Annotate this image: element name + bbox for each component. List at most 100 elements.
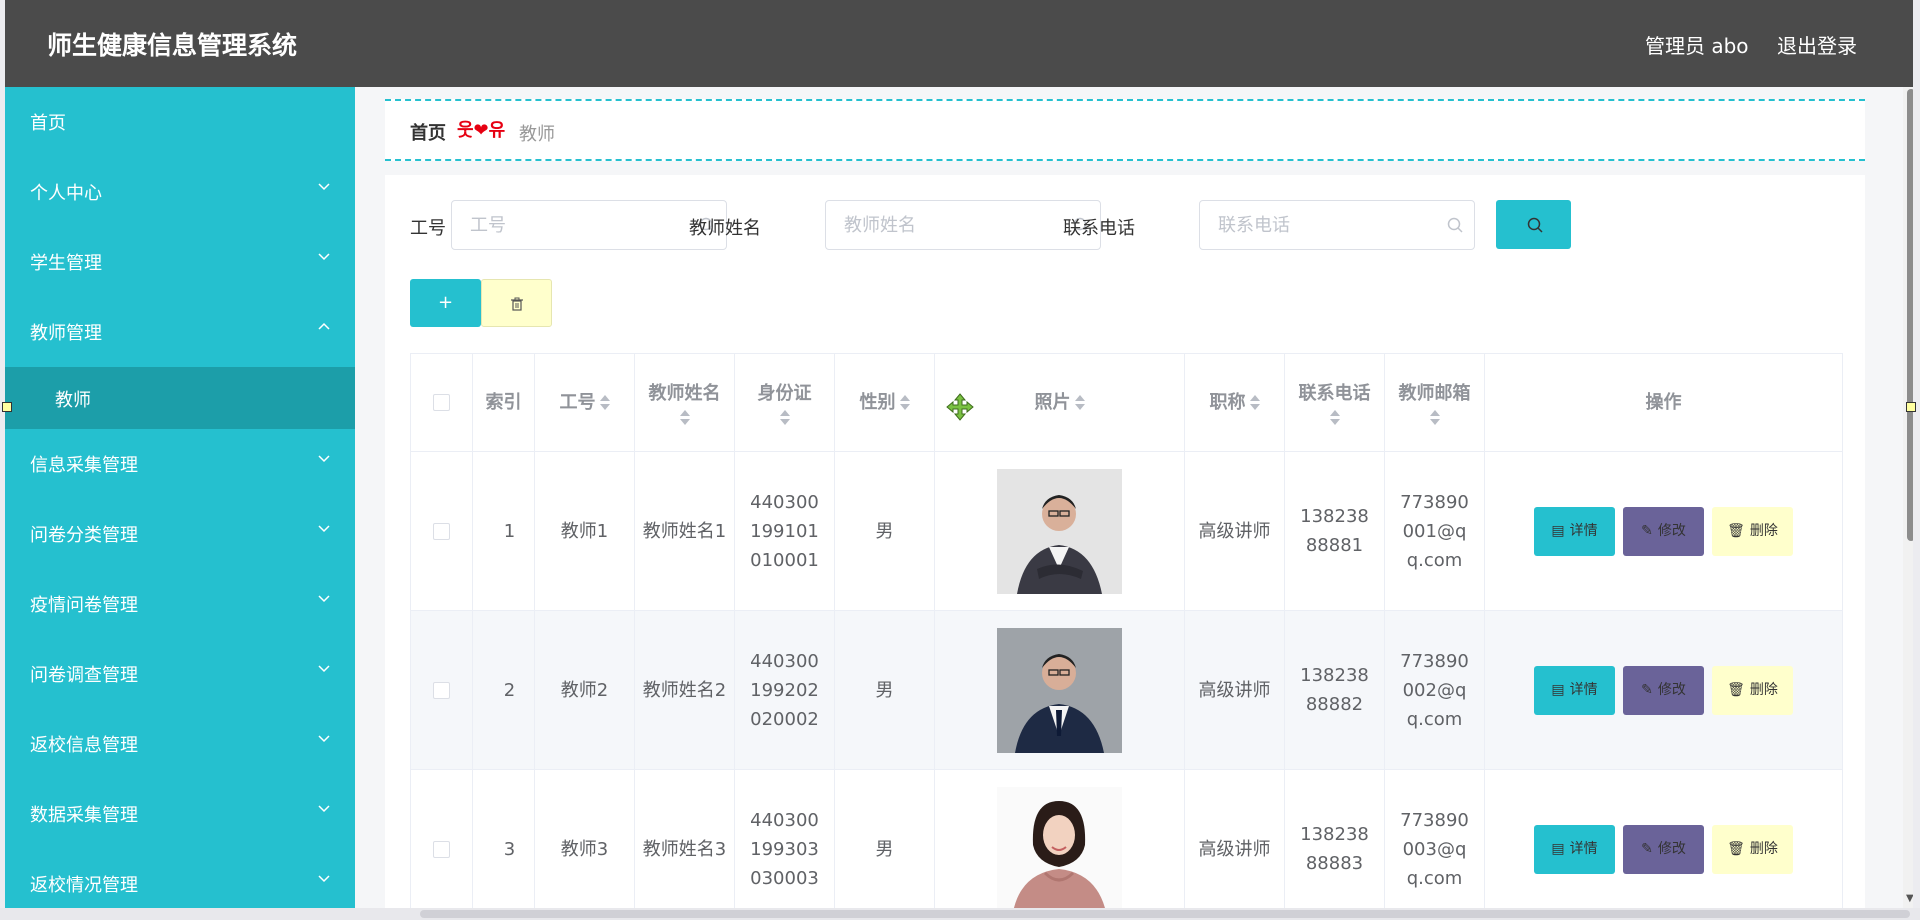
resize-handle-right[interactable]: [1906, 402, 1916, 412]
detail-button[interactable]: ▤ 详情: [1534, 824, 1615, 874]
teacher-photo[interactable]: [997, 468, 1122, 594]
actions-cell: ▤ 详情 ✎ 修改 🗑 删除: [1484, 451, 1843, 611]
row-checkbox[interactable]: [433, 841, 450, 858]
sort-icon[interactable]: [1074, 394, 1085, 411]
row-checkbox[interactable]: [433, 682, 450, 699]
id-cell: 教师3: [534, 769, 635, 908]
search-input-name[interactable]: [826, 201, 1066, 249]
sidebar-item-survey-investigation[interactable]: 问卷调查管理: [5, 639, 355, 709]
resize-handle-left[interactable]: [2, 402, 12, 412]
delete-button[interactable]: 🗑 删除: [1712, 824, 1793, 874]
scrollbar-thumb[interactable]: [420, 910, 1910, 918]
search-input-phone-wrap: [1199, 200, 1475, 250]
table-row: 3 教师3 教师姓名3 440300199303030003 男 高级讲师 13…: [410, 769, 1843, 908]
table-panel: 工号 教师姓名 联系电话 +: [385, 175, 1865, 908]
chevron-down-icon: [318, 183, 330, 191]
column-header[interactable]: 联系电话: [1284, 353, 1385, 452]
sort-icon[interactable]: [599, 394, 610, 411]
chevron-down-icon: [318, 735, 330, 743]
batch-delete-button[interactable]: [481, 279, 552, 327]
trash-icon: [511, 297, 523, 311]
edit-button[interactable]: ✎ 修改: [1623, 665, 1704, 715]
row-select-cell: [410, 769, 473, 908]
scrollbar-thumb[interactable]: [1907, 89, 1913, 541]
sidebar-item-info-collection[interactable]: 信息采集管理: [5, 429, 355, 499]
table-row: 1 教师1 教师姓名1 440300199101010001 男 高级讲师 13…: [410, 451, 1843, 611]
delete-button[interactable]: 🗑 删除: [1712, 665, 1793, 715]
name-cell: 教师姓名1: [634, 451, 735, 611]
delete-button[interactable]: 🗑 删除: [1712, 506, 1793, 556]
sort-icon[interactable]: [1329, 409, 1340, 426]
column-header[interactable]: 教师邮箱: [1384, 353, 1485, 452]
detail-button[interactable]: ▤ 详情: [1534, 665, 1615, 715]
id-cell: 教师1: [534, 451, 635, 611]
chevron-down-icon: [318, 525, 330, 533]
breadcrumb-current: 教师: [519, 124, 555, 145]
breadcrumb: 首页 웃❤유 教师: [385, 99, 1865, 161]
current-user: 管理员 abo: [1645, 34, 1749, 58]
photo-cell: [934, 610, 1185, 770]
sidebar-item-epidemic-survey[interactable]: 疫情问卷管理: [5, 569, 355, 639]
sidebar-item-profile[interactable]: 个人中心: [5, 157, 355, 227]
logout-link[interactable]: 退出登录: [1777, 30, 1857, 59]
edit-label: 修改: [1657, 840, 1686, 857]
edit-button[interactable]: ✎ 修改: [1623, 506, 1704, 556]
sidebar-subitem-teacher[interactable]: 教师: [5, 367, 355, 429]
sort-icon[interactable]: [679, 409, 690, 426]
search-input-id-wrap: [451, 200, 727, 250]
idcard-cell: 440300199303030003: [734, 769, 835, 908]
sidebar-item-students[interactable]: 学生管理: [5, 227, 355, 297]
horizontal-scrollbar[interactable]: [0, 908, 1920, 920]
idcard-cell: 440300199101010001: [734, 451, 835, 611]
edit-icon: ✎: [1641, 840, 1653, 857]
index-cell: 3: [472, 769, 535, 908]
sidebar-item-data-collection[interactable]: 数据采集管理: [5, 779, 355, 849]
sidebar-item-return-status[interactable]: 返校情况管理: [5, 849, 355, 908]
sidebar-subitem-label: 教师: [55, 390, 91, 411]
sort-icon[interactable]: [1429, 409, 1440, 426]
search-label-id: 工号: [410, 218, 446, 239]
breadcrumb-home[interactable]: 首页: [410, 119, 446, 145]
search-button[interactable]: [1496, 200, 1571, 249]
column-header[interactable]: 工号: [534, 353, 635, 452]
row-checkbox[interactable]: [433, 523, 450, 540]
column-header-label: 操作: [1645, 391, 1682, 413]
column-header-label: 索引: [485, 391, 522, 413]
edit-icon: ✎: [1641, 522, 1653, 539]
column-header[interactable]: 性别: [834, 353, 935, 452]
search-input-phone[interactable]: [1200, 201, 1440, 249]
detail-button[interactable]: ▤ 详情: [1534, 506, 1615, 556]
sidebar-item-return-info[interactable]: 返校信息管理: [5, 709, 355, 779]
phone-cell: 13823888882: [1284, 610, 1385, 770]
column-header: 索引: [472, 353, 535, 452]
vertical-scrollbar[interactable]: ▼: [1903, 87, 1913, 908]
table-row: 2 教师2 教师姓名2 440300199202020002 男 高级讲师 13…: [410, 610, 1843, 770]
add-button[interactable]: +: [410, 279, 481, 327]
column-header-label: 工号: [559, 391, 596, 413]
sidebar-item-home[interactable]: 首页: [5, 87, 355, 157]
title-cell: 高级讲师: [1184, 451, 1285, 611]
teacher-photo[interactable]: [997, 627, 1122, 753]
gender-cell: 男: [834, 610, 935, 770]
app-window: 师生健康信息管理系统 管理员 abo 退出登录 首页 个人中心 学生管理 教师管…: [5, 0, 1913, 908]
column-header-label: 照片: [1034, 391, 1071, 413]
teacher-photo[interactable]: [997, 786, 1122, 908]
trash-icon: 🗑: [1727, 840, 1745, 857]
sort-icon[interactable]: [779, 409, 790, 426]
name-cell: 教师姓名3: [634, 769, 735, 908]
column-header[interactable]: 教师姓名: [634, 353, 735, 452]
column-header[interactable]: 身份证: [734, 353, 835, 452]
scroll-down-arrow-icon[interactable]: ▼: [1906, 893, 1913, 904]
sidebar-item-survey-category[interactable]: 问卷分类管理: [5, 499, 355, 569]
edit-button[interactable]: ✎ 修改: [1623, 824, 1704, 874]
column-header[interactable]: 职称: [1184, 353, 1285, 452]
sidebar-item-label: 问卷分类管理: [30, 525, 138, 546]
top-header: 师生健康信息管理系统 管理员 abo 退出登录: [5, 0, 1913, 87]
search-input-id[interactable]: [452, 201, 692, 249]
sidebar-item-label: 疫情问卷管理: [30, 595, 138, 616]
sort-icon[interactable]: [899, 394, 910, 411]
select-all-checkbox[interactable]: [433, 394, 450, 411]
sort-icon[interactable]: [1249, 394, 1260, 411]
sidebar-item-teachers[interactable]: 教师管理: [5, 297, 355, 367]
chevron-down-icon: [318, 455, 330, 463]
